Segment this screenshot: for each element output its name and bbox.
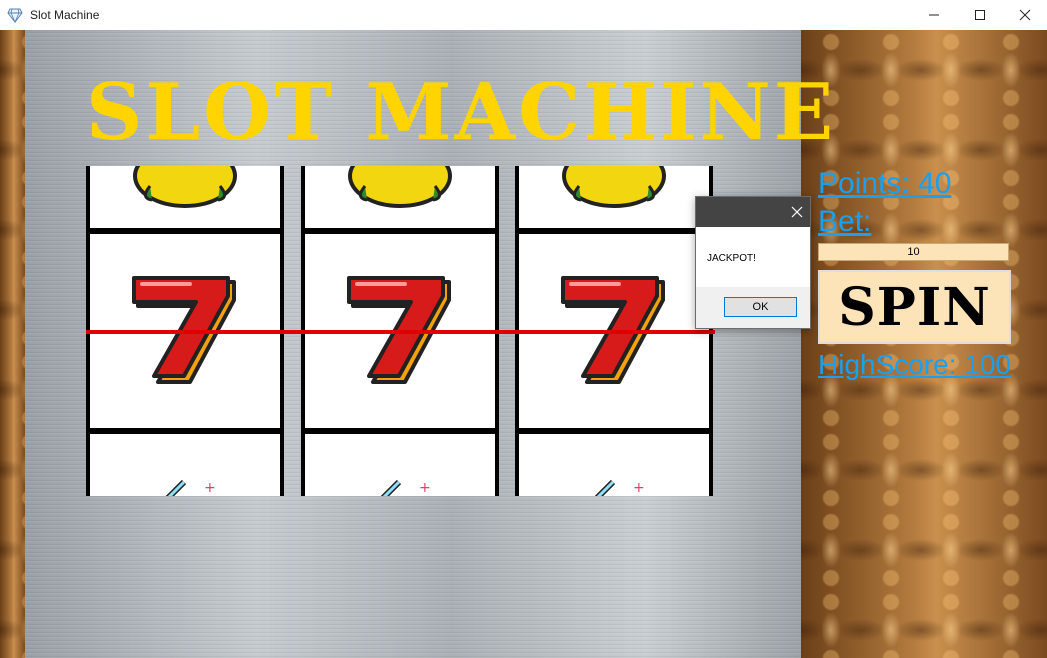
reel-symbol-four: + [519, 434, 709, 496]
four-icon: + [165, 479, 216, 496]
close-icon [791, 206, 803, 218]
svg-text:+: + [633, 480, 645, 496]
bet-input[interactable]: 10 [818, 243, 1009, 261]
payline [86, 330, 715, 334]
lemon-icon [133, 166, 237, 208]
maximize-icon [975, 10, 985, 20]
points-label: Points: 40 [818, 167, 952, 200]
ok-button[interactable]: OK [724, 297, 797, 317]
diamond-icon [7, 8, 23, 23]
minimize-icon [929, 14, 939, 16]
bet-label: Bet: [818, 205, 872, 238]
four-icon: + [594, 479, 645, 496]
spin-button[interactable]: SPIN [818, 270, 1011, 344]
dialog-footer: OK [696, 287, 810, 328]
damask-wallpaper-right [801, 30, 1047, 658]
maximize-button[interactable] [957, 0, 1003, 30]
window-titlebar: Slot Machine [0, 0, 1047, 30]
reel-symbol-lemon [519, 166, 709, 228]
lemon-icon [348, 166, 452, 208]
dialog-titlebar [696, 197, 810, 227]
jackpot-dialog: JACKPOT! OK [695, 196, 811, 329]
svg-text:+: + [419, 480, 431, 496]
highscore-label: HighScore: 100 [818, 349, 1012, 380]
close-icon [1019, 9, 1031, 21]
reel-symbol-four: + [305, 434, 495, 496]
four-icon: + [380, 479, 431, 496]
spin-button-label: SPIN [838, 276, 991, 338]
dialog-close-button[interactable] [784, 197, 810, 227]
svg-text:+: + [204, 480, 216, 496]
reel-symbol-lemon [90, 166, 280, 228]
lemon-icon [562, 166, 666, 208]
reel-symbol-four: + [90, 434, 280, 496]
minimize-button[interactable] [911, 0, 957, 30]
game-title: SLOT MACHINE [86, 67, 837, 158]
window-title: Slot Machine [30, 8, 100, 22]
reel-symbol-lemon [305, 166, 495, 228]
damask-wallpaper-left [0, 30, 25, 658]
close-button[interactable] [1002, 0, 1047, 30]
dialog-message: JACKPOT! [707, 253, 756, 264]
